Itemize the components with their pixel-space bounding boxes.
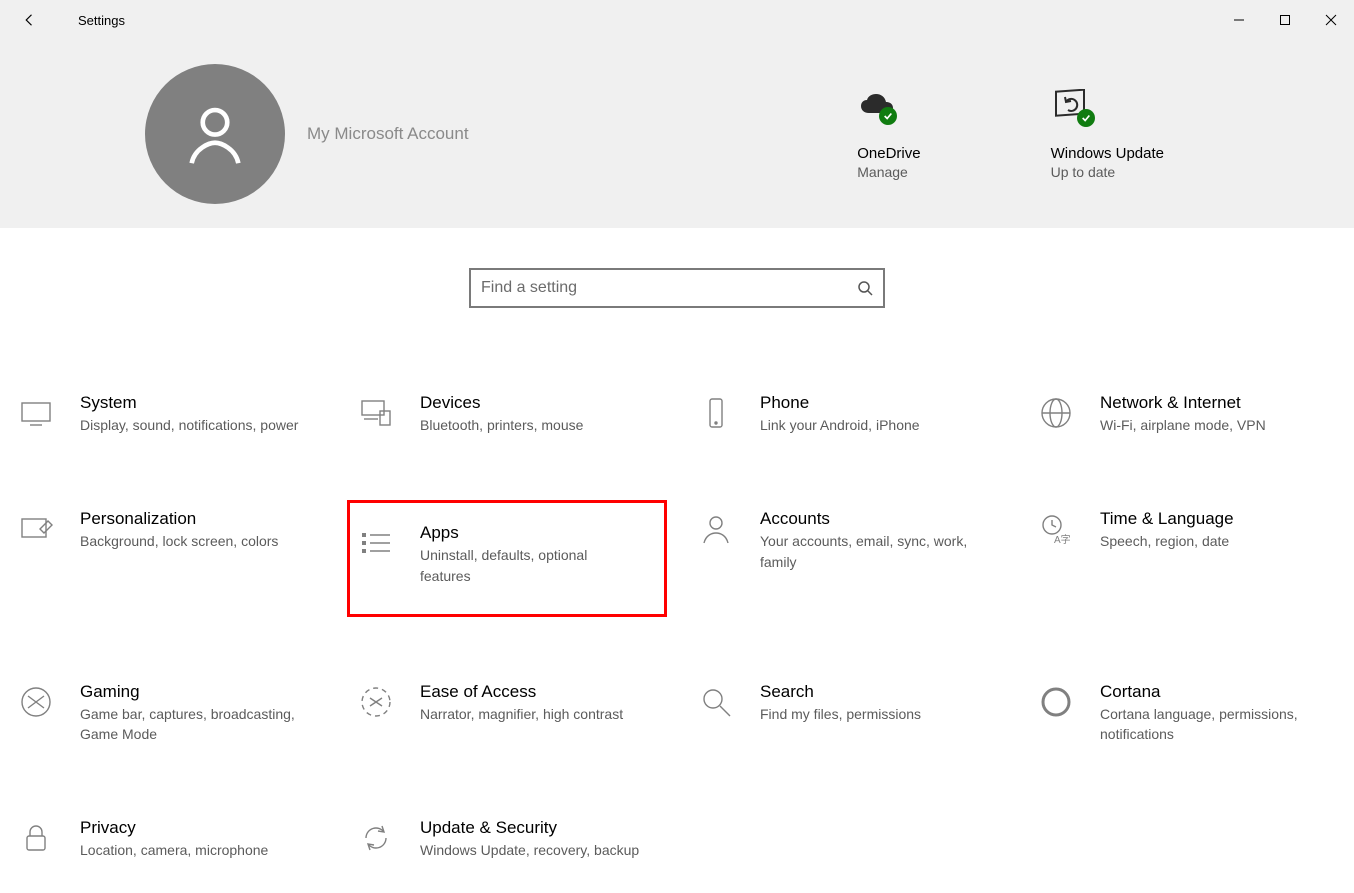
back-button[interactable] bbox=[18, 8, 42, 32]
search-row bbox=[0, 228, 1354, 308]
category-title: Ease of Access bbox=[420, 682, 623, 702]
window-controls bbox=[1216, 0, 1354, 40]
category-title: Apps bbox=[420, 523, 640, 543]
category-title: Network & Internet bbox=[1100, 393, 1266, 413]
cortana-icon bbox=[1036, 682, 1076, 722]
privacy-icon bbox=[16, 818, 56, 858]
search-icon bbox=[696, 682, 736, 722]
category-search[interactable]: Search Find my files, permissions bbox=[687, 673, 1007, 754]
maximize-button[interactable] bbox=[1262, 0, 1308, 40]
tile-title: OneDrive bbox=[857, 145, 920, 162]
category-sub: Speech, region, date bbox=[1100, 531, 1234, 551]
category-sub: Uninstall, defaults, optional features bbox=[420, 545, 640, 586]
category-privacy[interactable]: Privacy Location, camera, microphone bbox=[7, 809, 327, 869]
category-sub: Link your Android, iPhone bbox=[760, 415, 920, 435]
phone-icon bbox=[696, 393, 736, 433]
apps-icon bbox=[356, 523, 396, 563]
category-sub: Background, lock screen, colors bbox=[80, 531, 278, 551]
category-sub: Find my files, permissions bbox=[760, 704, 921, 724]
category-update[interactable]: Update & Security Windows Update, recove… bbox=[347, 809, 667, 869]
update-icon bbox=[356, 818, 396, 858]
check-badge-icon bbox=[879, 107, 897, 125]
category-time[interactable]: Time & Language Speech, region, date bbox=[1027, 500, 1347, 617]
category-title: Search bbox=[760, 682, 921, 702]
category-sub: Wi-Fi, airplane mode, VPN bbox=[1100, 415, 1266, 435]
personalize-icon bbox=[16, 509, 56, 549]
category-cortana[interactable]: Cortana Cortana language, permissions, n… bbox=[1027, 673, 1347, 754]
categories-grid: System Display, sound, notifications, po… bbox=[0, 308, 1354, 870]
tile-sub: Manage bbox=[857, 164, 920, 180]
category-sub: Bluetooth, printers, mouse bbox=[420, 415, 583, 435]
ease-icon bbox=[356, 682, 396, 722]
category-title: Cortana bbox=[1100, 682, 1320, 702]
category-sub: Windows Update, recovery, backup bbox=[420, 840, 639, 860]
check-badge-icon bbox=[1077, 109, 1095, 127]
minimize-button[interactable] bbox=[1216, 0, 1262, 40]
category-sub: Narrator, magnifier, high contrast bbox=[420, 704, 623, 724]
windows-update-tile[interactable]: Windows Update Up to date bbox=[1051, 89, 1164, 180]
devices-icon bbox=[356, 393, 396, 433]
category-title: Devices bbox=[420, 393, 583, 413]
titlebar: Settings bbox=[0, 0, 1354, 40]
category-sub: Display, sound, notifications, power bbox=[80, 415, 298, 435]
category-apps[interactable]: Apps Uninstall, defaults, optional featu… bbox=[347, 500, 667, 617]
category-sub: Location, camera, microphone bbox=[80, 840, 268, 860]
category-sub: Cortana language, permissions, notificat… bbox=[1100, 704, 1320, 745]
category-title: System bbox=[80, 393, 298, 413]
account-name[interactable]: My Microsoft Account bbox=[307, 124, 469, 144]
display-icon bbox=[16, 393, 56, 433]
category-gaming[interactable]: Gaming Game bar, captures, broadcasting,… bbox=[7, 673, 327, 754]
category-network[interactable]: Network & Internet Wi-Fi, airplane mode,… bbox=[1027, 384, 1347, 444]
category-accounts[interactable]: Accounts Your accounts, email, sync, wor… bbox=[687, 500, 1007, 617]
category-title: Time & Language bbox=[1100, 509, 1234, 529]
category-display[interactable]: System Display, sound, notifications, po… bbox=[7, 384, 327, 444]
window-title: Settings bbox=[78, 13, 125, 28]
category-ease[interactable]: Ease of Access Narrator, magnifier, high… bbox=[347, 673, 667, 754]
hero: My Microsoft Account OneDrive Manage bbox=[0, 40, 1354, 228]
network-icon bbox=[1036, 393, 1076, 433]
category-personalize[interactable]: Personalization Background, lock screen,… bbox=[7, 500, 327, 617]
avatar[interactable] bbox=[145, 64, 285, 204]
time-icon bbox=[1036, 509, 1076, 549]
category-sub: Game bar, captures, broadcasting, Game M… bbox=[80, 704, 300, 745]
search-input[interactable] bbox=[481, 279, 857, 297]
category-title: Update & Security bbox=[420, 818, 639, 838]
category-title: Personalization bbox=[80, 509, 278, 529]
tile-sub: Up to date bbox=[1051, 164, 1164, 180]
search-icon bbox=[857, 280, 873, 296]
gaming-icon bbox=[16, 682, 56, 722]
category-title: Privacy bbox=[80, 818, 268, 838]
category-title: Gaming bbox=[80, 682, 300, 702]
accounts-icon bbox=[696, 509, 736, 549]
close-button[interactable] bbox=[1308, 0, 1354, 40]
onedrive-tile[interactable]: OneDrive Manage bbox=[857, 89, 920, 180]
category-sub: Your accounts, email, sync, work, family bbox=[760, 531, 980, 572]
category-devices[interactable]: Devices Bluetooth, printers, mouse bbox=[347, 384, 667, 444]
category-phone[interactable]: Phone Link your Android, iPhone bbox=[687, 384, 1007, 444]
search-box[interactable] bbox=[469, 268, 885, 308]
tile-title: Windows Update bbox=[1051, 145, 1164, 162]
category-title: Accounts bbox=[760, 509, 980, 529]
category-title: Phone bbox=[760, 393, 920, 413]
